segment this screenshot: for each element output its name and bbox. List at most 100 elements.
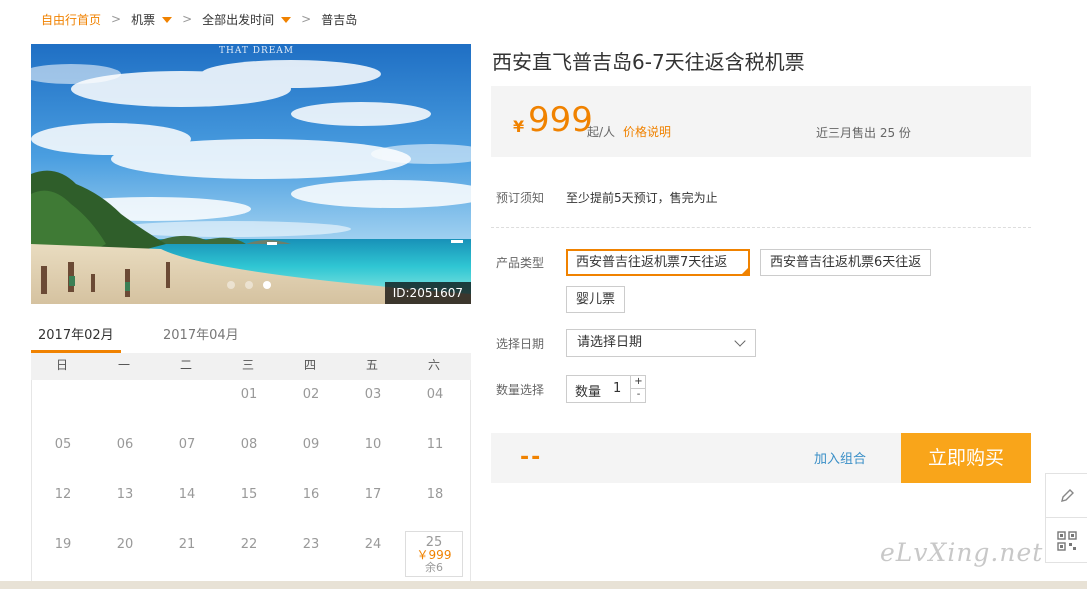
calendar-day: 24 <box>342 537 404 552</box>
calendar-day: 23 <box>280 537 342 552</box>
breadcrumb-item-phuket[interactable]: 普吉岛 <box>321 11 357 28</box>
calendar-day-number: 16 <box>302 487 320 502</box>
product-image-carousel[interactable]: THAT DREAM ID:2051607 <box>31 44 471 304</box>
caret-down-icon <box>162 16 173 23</box>
tab-month-apr[interactable]: 2017年04月 <box>163 324 239 343</box>
option-label: 西安普吉往返机票7天往返 <box>576 255 728 270</box>
buy-now-button[interactable]: 立即购买 <box>901 433 1031 483</box>
quantity-value[interactable]: 1 <box>613 381 621 396</box>
breadcrumb-item-label: 机票 <box>131 12 156 27</box>
calendar-day: 16 <box>280 487 342 502</box>
calendar-day-number: 05 <box>54 437 72 452</box>
breadcrumb-home-link[interactable]: 自由行首页 <box>41 11 101 28</box>
breadcrumb-separator: > <box>182 12 193 26</box>
booking-notice-text: 至少提前5天预订，售完为止 <box>566 191 718 205</box>
calendar-day-number: 06 <box>116 437 134 452</box>
calendar-day-number: 20 <box>116 537 134 552</box>
weekday-label: 二 <box>179 358 192 372</box>
chevron-down-icon <box>734 335 746 347</box>
calendar-day: 13 <box>94 487 156 502</box>
quantity-label: 数量选择 <box>496 383 545 397</box>
calendar-day-number: 22 <box>240 537 258 552</box>
image-id-badge: ID:2051607 <box>384 282 471 304</box>
breadcrumb: 自由行首页 > 机票 > 全部出发时间 > 普吉岛 <box>41 10 357 28</box>
stepper-buttons: + - <box>630 376 646 402</box>
calendar-day-number: 21 <box>178 537 196 552</box>
calendar-day-number: 03 <box>364 387 382 402</box>
weekday-label: 一 <box>117 358 130 372</box>
weekday-label: 三 <box>241 358 254 372</box>
product-title: 西安直飞普吉岛6-7天往返含税机票 <box>492 50 805 74</box>
calendar-day-number: 15 <box>240 487 258 502</box>
price-amount: 999 <box>528 100 593 140</box>
carousel-dot[interactable] <box>227 281 235 289</box>
calendar-day: 02 <box>280 387 342 402</box>
calendar-weekday-header: 日 一 二 三 四 五 六 <box>31 353 471 380</box>
product-type-option-6day[interactable]: 西安普吉往返机票6天往返 <box>760 249 932 276</box>
decrement-button[interactable]: - <box>631 389 646 402</box>
calendar-day-number: 13 <box>116 487 134 502</box>
calendar-day: 01 <box>218 387 280 402</box>
option-label: 西安普吉往返机票6天往返 <box>770 255 922 270</box>
carousel-dot-active[interactable] <box>263 281 271 289</box>
calendar-day: 22 <box>218 537 280 552</box>
calendar-grid: 01 02 03 04 05 06 07 08 09 10 11 12 13 14 15 16 17 18 19 20… <box>31 380 471 589</box>
calendar-day: 14 <box>156 487 218 502</box>
calendar-day-number: 08 <box>240 437 258 452</box>
currency-symbol: ¥ <box>513 117 525 136</box>
calendar-day: 21 <box>156 537 218 552</box>
calendar-day: 11 <box>404 437 466 452</box>
product-type-label: 产品类型 <box>496 256 545 270</box>
calendar-day: 12 <box>32 487 94 502</box>
option-label: 婴儿票 <box>576 292 616 307</box>
calendar-month-tabs: 2017年02月 2017年04月 <box>31 318 471 353</box>
quantity-inner-label: 数量 <box>575 385 602 400</box>
calendar-day-number: 04 <box>426 387 444 402</box>
calendar-day: 04 <box>404 387 466 402</box>
date-select[interactable]: 请选择日期 <box>566 329 756 357</box>
calendar-day-number: 14 <box>178 487 196 502</box>
calendar-day: 07 <box>156 437 218 452</box>
calendar-day: 10 <box>342 437 404 452</box>
site-watermark: eLvXing.net <box>880 538 1044 567</box>
qr-code-button[interactable] <box>1046 519 1087 563</box>
calendar-day-available[interactable]: 25 ￥999 余6 <box>405 531 463 577</box>
sales-count: 近三月售出 25 份 <box>816 126 911 140</box>
brand-watermark: THAT DREAM <box>219 46 294 56</box>
calendar-day-number: 12 <box>54 487 72 502</box>
calendar-day: 19 <box>32 537 94 552</box>
price-explanation-link[interactable]: 价格说明 <box>623 123 671 140</box>
increment-button[interactable]: + <box>631 376 646 389</box>
feedback-button[interactable] <box>1046 474 1087 518</box>
product-type-option-infant[interactable]: 婴儿票 <box>566 286 626 313</box>
calendar-day-number: 09 <box>302 437 320 452</box>
tab-month-feb[interactable]: 2017年02月 <box>38 324 114 343</box>
calendar-day: 06 <box>94 437 156 452</box>
breadcrumb-item-departure[interactable]: 全部出发时间 <box>202 11 292 28</box>
carousel-dot[interactable] <box>245 281 253 289</box>
date-select-value: 请选择日期 <box>577 335 643 350</box>
calendar-day: 05 <box>32 437 94 452</box>
calendar-day-number: 23 <box>302 537 320 552</box>
calendar-day-number: 24 <box>364 537 382 552</box>
weekday-label: 五 <box>365 358 378 372</box>
breadcrumb-item-label: 全部出发时间 <box>202 12 275 27</box>
product-type-option-7day[interactable]: 西安普吉往返机票7天往返 <box>566 249 750 276</box>
calendar-day: 03 <box>342 387 404 402</box>
carousel-dots[interactable] <box>227 281 271 289</box>
breadcrumb-item-flights[interactable]: 机票 <box>131 11 173 28</box>
quantity-stepper: 数量 1 + - <box>566 375 646 403</box>
calendar-day: 09 <box>280 437 342 452</box>
calendar-day: 15 <box>218 487 280 502</box>
price-panel: ¥ 999 起/人 价格说明 近三月售出 25 份 <box>491 86 1031 157</box>
divider <box>491 227 1031 228</box>
beach-photo <box>31 44 471 304</box>
calendar-day: 17 <box>342 487 404 502</box>
breadcrumb-separator: > <box>111 12 122 26</box>
pencil-icon <box>1060 488 1074 502</box>
calendar-day-number: 17 <box>364 487 382 502</box>
add-to-combo-link[interactable]: 加入组合 <box>814 448 866 467</box>
calendar-day-number: 01 <box>240 387 258 402</box>
booking-notice-label: 预订须知 <box>496 191 545 205</box>
weekday-label: 四 <box>303 358 316 372</box>
